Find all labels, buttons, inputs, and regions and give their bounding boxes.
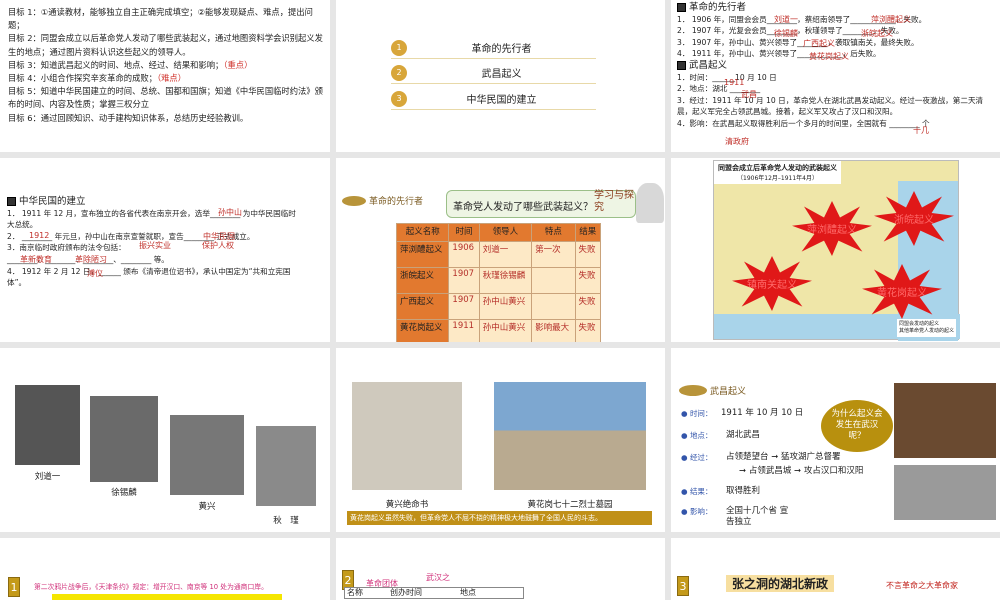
star-label: 萍浏醴起义 <box>792 201 872 256</box>
goal-2: 目标 2：同盟会成立以后革命党人发动了哪些武装起义，通过地图资料学会识别起义发生… <box>8 33 323 57</box>
answer: 革新教育 <box>20 255 52 264</box>
fact-row: ● 影响： 全国十几个省 宣告独立 <box>681 506 789 527</box>
agenda-item-2: 2 武昌起义 <box>391 62 596 84</box>
answer: 武昌 <box>741 90 757 99</box>
title: 武汉之 <box>426 573 450 582</box>
fact-row: ➞ 占领武昌城 ➞ 攻占汉口和汉阳 <box>739 466 864 476</box>
cloud-icon <box>679 385 707 396</box>
section-icon <box>7 197 16 207</box>
slide-zhang-zhidong[interactable]: 3 张之洞的湖北新政 不言革命之大革命家 <box>671 538 1000 600</box>
answer: 保护人权 <box>202 241 234 250</box>
cloud-icon <box>342 195 366 206</box>
answer: 黄花岗起义 <box>809 52 849 61</box>
answer: 徐锡麟 <box>774 29 798 38</box>
portrait <box>90 396 158 482</box>
answer: 革除陋习 <box>75 255 107 264</box>
groups-table-header: 名称 创办时间 地点 <box>344 587 524 599</box>
portrait <box>256 426 316 506</box>
answer: 浙皖起义 <box>861 29 893 38</box>
slide-hankou[interactable]: 1 第二次鸦片战争后，《天津条约》规定：增开汉口、南京等 10 处为通商口岸。 <box>0 538 330 600</box>
portrait <box>15 385 80 465</box>
goal-1: 目标 1：①通读教材，能够独立自主正确完成填空；②能够发现疑点、难点，提出问题； <box>8 7 313 31</box>
cemetery-photo <box>494 382 646 490</box>
caption: 黄兴绝命书 <box>385 500 429 510</box>
highlight-bar <box>52 594 282 600</box>
w4: 4．影响：在武昌起义取得胜利后一个多月的时间里，全国就有 ________ 个 <box>677 118 930 128</box>
answer: 萍浏醴起义 <box>871 15 911 24</box>
star-label: 镇南关起义 <box>732 256 812 311</box>
goal-5: 目标 5：知道中华民国建立的时间、总统、国都和国旗；知道《中华民国临时约法》颁布… <box>8 86 323 110</box>
answer: 清政府 <box>725 137 749 146</box>
q4: 4． 1912 年 2 月 12 日，______ 颁布《清帝退位诏书》，承认中… <box>7 266 291 288</box>
answer: 溥仪 <box>87 269 103 278</box>
answer: 刘道一 <box>774 15 798 24</box>
caption: 黄兴 <box>198 502 216 512</box>
slide-groups[interactable]: 2 武汉之 革命团体 名称 创办时间 地点 <box>336 538 665 600</box>
agenda-item-3: 3 中华民国的建立 <box>391 88 596 110</box>
caption: 徐锡麟 <box>111 488 137 498</box>
table-row: 黄花岗起义 1911 孙中山黄兴 影响最大 失败 <box>395 319 602 342</box>
portrait <box>170 415 244 495</box>
table-row: 浙皖起义 1907 秋瑾徐锡麟 失败 <box>395 267 602 294</box>
table-row: 广西起义 1907 孙中山黄兴 失败 <box>395 293 602 320</box>
answer: 孙中山 <box>218 208 242 217</box>
section-icon <box>677 61 686 71</box>
study-tag: 学习与探究 <box>594 190 634 213</box>
fact-row: ● 结果： 取得胜利 <box>681 486 761 496</box>
section-icon <box>677 3 686 13</box>
slide-fill-in-roc[interactable]: 中华民国的建立 1． 1911 年 12 月，宣布独立的各省代表在南京开会，选举… <box>0 158 330 342</box>
map-title: 同盟会成立后革命党人发动的武装起义 （1906年12月–1911年4月） <box>714 161 841 184</box>
slide-agenda[interactable]: 1 革命的先行者 2 武昌起义 3 中华民国的建立 <box>336 0 665 152</box>
q1: 1． 1906 年，同盟会会员________，蔡绍南领导了__________… <box>677 14 927 24</box>
uprisings-table: 起义名称 时间 领导人 特点 结果 萍浏醴起义 1906 刘道一 第一次 失败 浙皖起义 1907… <box>395 223 602 342</box>
table-row: 萍浏醴起义 1906 刘道一 第一次 失败 <box>395 241 602 268</box>
heading: 革命的先行者 <box>342 194 423 207</box>
q1: 1． 1911 年 12 月，宣布独立的各省代表在南京开会，选举________… <box>7 208 296 230</box>
caption: 刘道一 <box>34 472 61 482</box>
title: 张之洞的湖北新政 <box>726 575 835 592</box>
figure-icon <box>636 183 664 223</box>
caption: 黄花岗七十二烈士墓园 <box>527 500 613 510</box>
map-legend: 同盟会发动的起义 其他革命党人发动的起义 <box>896 319 956 337</box>
answer: 1911 <box>724 78 745 87</box>
heading: 中华民国的建立 <box>7 196 297 208</box>
answer: 振兴实业 <box>139 241 171 250</box>
slide-map[interactable]: 同盟会成立后革命党人发动的武装起义 （1906年12月–1911年4月） 萍浏醴起… <box>671 158 1000 342</box>
goal-3: 目标 3：知道武昌起义的时间、地点、经过、结果和影响；（重点） <box>8 59 253 70</box>
map-image: 同盟会成立后革命党人发动的武装起义 （1906年12月–1911年4月） 萍浏醴起… <box>713 160 960 341</box>
section-number: 1 <box>8 577 20 597</box>
heading: 革命的先行者 <box>677 2 995 14</box>
fact-row: ● 经过： 占领楚望台 ➞ 猛攻湖广总督署 <box>681 452 841 462</box>
answer: 广西起义 <box>803 39 835 48</box>
subtitle: 不言革命之大革命家 <box>886 581 958 590</box>
body-text: 第二次鸦片战争后，《天津条约》规定：增开汉口、南京等 10 处为通商口岸。 <box>34 583 268 591</box>
question-bubble: 为什么起义会发生在武汉呢？ <box>821 400 893 452</box>
letter-photo <box>352 382 462 490</box>
summary-banner: 黄花岗起义虽然失败，但革命党人不屈不挠的精神极大地鼓舞了全国人民的斗志。 <box>347 511 652 525</box>
goal-6: 目标 6：通过回顾知识、动手建构知识体系，总结历史经验教训。 <box>8 112 249 123</box>
w3: 3．经过：1911 年 10 月 10 日，革命党人在湖北武昌发动起义。经过一夜… <box>677 95 984 117</box>
slide-huanghuagang[interactable]: 黄兴绝命书 黄花岗七十二烈士墓园 黄花岗起义虽然失败，但革命党人不屈不挠的精神极… <box>336 348 665 532</box>
uprising-painting <box>894 383 996 458</box>
heading: 武昌起义 <box>679 384 746 397</box>
answer: 1912 <box>29 231 50 240</box>
slide-uprisings-table[interactable]: 革命的先行者 革命党人发动了哪些武装起义？ 学习与探究 起义名称 时间 领导人 特点结… <box>336 158 665 342</box>
slide-goals[interactable]: 目标 1：①通读教材，能够独立自主正确完成填空；②能够发现疑点、难点，提出问题；… <box>0 0 330 152</box>
section-number: 3 <box>677 576 689 596</box>
relief-sculpture <box>894 465 996 520</box>
agenda-item-1: 1 革命的先行者 <box>391 37 596 59</box>
caption: 秋 瑾 <box>273 516 299 526</box>
slide-wuchang[interactable]: 武昌起义 ● 时间： 1911 年 10 月 10 日 ● 地点： 湖北武昌 ● 经… <box>671 348 1000 532</box>
q3: 3． 1907 年，孙中山、黄兴领导了________，袭取镇南关，最终失败。 <box>677 37 919 47</box>
q2: 2． 1907 年，光复会会员________，秋瑾领导了________，失败… <box>677 26 904 36</box>
answer: 十几 <box>913 126 929 135</box>
slide-portraits[interactable]: 刘道一 徐锡麟 黄兴 秋 瑾 <box>0 348 330 532</box>
goal-4: 目标 4：小组合作探究辛亥革命的成败；（难点） <box>8 73 187 84</box>
slide-fill-in-pioneers[interactable]: 革命的先行者 1． 1906 年，同盟会会员________，蔡绍南领导了___… <box>671 0 1000 152</box>
